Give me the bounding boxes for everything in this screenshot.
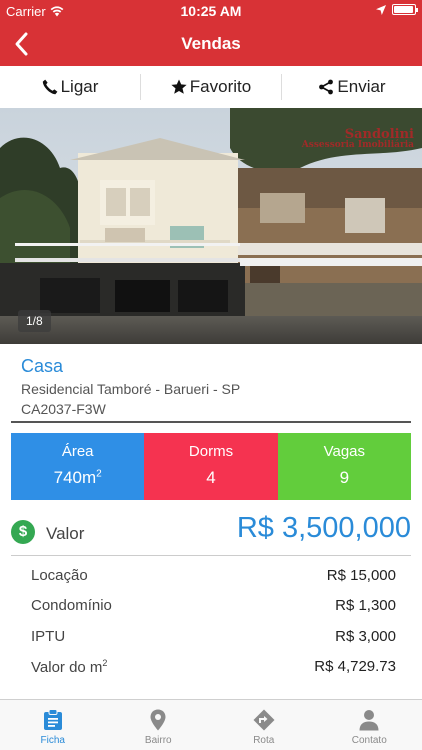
fee-row-iptu: IPTU R$ 3,000 [31, 621, 396, 652]
call-label: Ligar [60, 77, 99, 96]
tab-ficha-label: Ficha [40, 735, 65, 746]
property-code: CA2037-F3W [21, 401, 106, 417]
star-icon [171, 79, 187, 94]
route-icon [253, 709, 275, 731]
area-unit-superscript: 2 [96, 468, 102, 480]
price-label: Valor [46, 524, 85, 543]
tab-bairro[interactable]: Bairro [106, 700, 212, 750]
area-stat: Área 740m2 [11, 433, 145, 500]
photo-counter: 1/8 [18, 310, 51, 332]
property-info: Casa Residencial Tamboré - Barueri - SP … [21, 356, 411, 417]
price-value: R$ 3,500,000 [236, 512, 411, 544]
person-icon [359, 710, 379, 731]
tab-ficha[interactable]: Ficha [0, 700, 106, 750]
vagas-stat: Vagas 9 [277, 433, 411, 500]
fees-list: Locação R$ 15,000 Condomínio R$ 1,300 IP… [31, 560, 396, 682]
property-type: Casa [21, 356, 64, 376]
tab-bairro-label: Bairro [144, 735, 172, 746]
fee-row-valor-m2: Valor do m2 R$ 4,729.73 [31, 652, 396, 683]
info-divider [11, 421, 411, 423]
tab-rota[interactable]: Rota [211, 700, 317, 750]
share-icon [319, 79, 334, 95]
fee-value: R$ 3,000 [335, 627, 396, 645]
watermark-line2: Assessoria Imobiliária [301, 140, 414, 150]
fee-label: IPTU [31, 627, 66, 645]
tab-bar: Ficha Bairro Rota Contato [0, 699, 422, 750]
fee-value: R$ 1,300 [335, 597, 396, 615]
action-bar: Ligar Favorito Enviar [0, 66, 422, 108]
share-button[interactable]: Enviar [281, 74, 422, 100]
tab-contato-label: Contato [351, 735, 387, 746]
dollar-icon: $ [11, 520, 35, 544]
favorite-button[interactable]: Favorito [140, 74, 281, 100]
navigation-bar: Vendas [0, 22, 422, 66]
fee-row-condominio: Condomínio R$ 1,300 [31, 591, 396, 622]
vagas-label: Vagas [323, 443, 366, 460]
tab-rota-label: Rota [253, 735, 275, 746]
fee-row-locacao: Locação R$ 15,000 [31, 560, 396, 591]
fee-label: Condomínio [31, 597, 112, 615]
favorite-label: Favorito [189, 77, 252, 96]
fee-label: Valor do m2 [31, 657, 108, 676]
property-location: Residencial Tamboré - Barueri - SP [21, 381, 241, 397]
fee-value: R$ 4,729.73 [314, 658, 396, 676]
vagas-value: 9 [339, 468, 350, 487]
area-value: 740m2 [53, 468, 102, 487]
price-row: $ Valor R$ 3,500,000 [11, 510, 411, 556]
fee-label-superscript: 2 [102, 657, 108, 668]
watermark-logo: Sandolini Assessoria Imobiliária [302, 128, 414, 150]
battery-fill [394, 6, 413, 13]
location-arrow-icon [376, 4, 386, 15]
fee-value: R$ 15,000 [326, 566, 396, 584]
dorms-label: Dorms [188, 443, 234, 460]
dorms-stat: Dorms 4 [144, 433, 278, 500]
tab-contato[interactable]: Contato [317, 700, 422, 750]
stats-row: Área 740m2 Dorms 4 Vagas 9 [11, 433, 411, 500]
status-bar: Carrier 10:25 AM [0, 0, 422, 22]
phone-icon [42, 79, 57, 95]
property-photo[interactable]: Sandolini Assessoria Imobiliária 1/8 [0, 108, 422, 344]
battery-icon [392, 4, 418, 15]
area-label: Área [61, 443, 94, 460]
dorms-value: 4 [206, 468, 216, 487]
fee-label: Locação [31, 566, 88, 584]
map-pin-icon [150, 709, 166, 731]
status-time: 10:25 AM [180, 3, 242, 19]
share-label: Enviar [337, 77, 386, 96]
nav-title: Vendas [181, 34, 241, 53]
call-button[interactable]: Ligar [0, 74, 140, 100]
clipboard-icon [43, 709, 62, 730]
